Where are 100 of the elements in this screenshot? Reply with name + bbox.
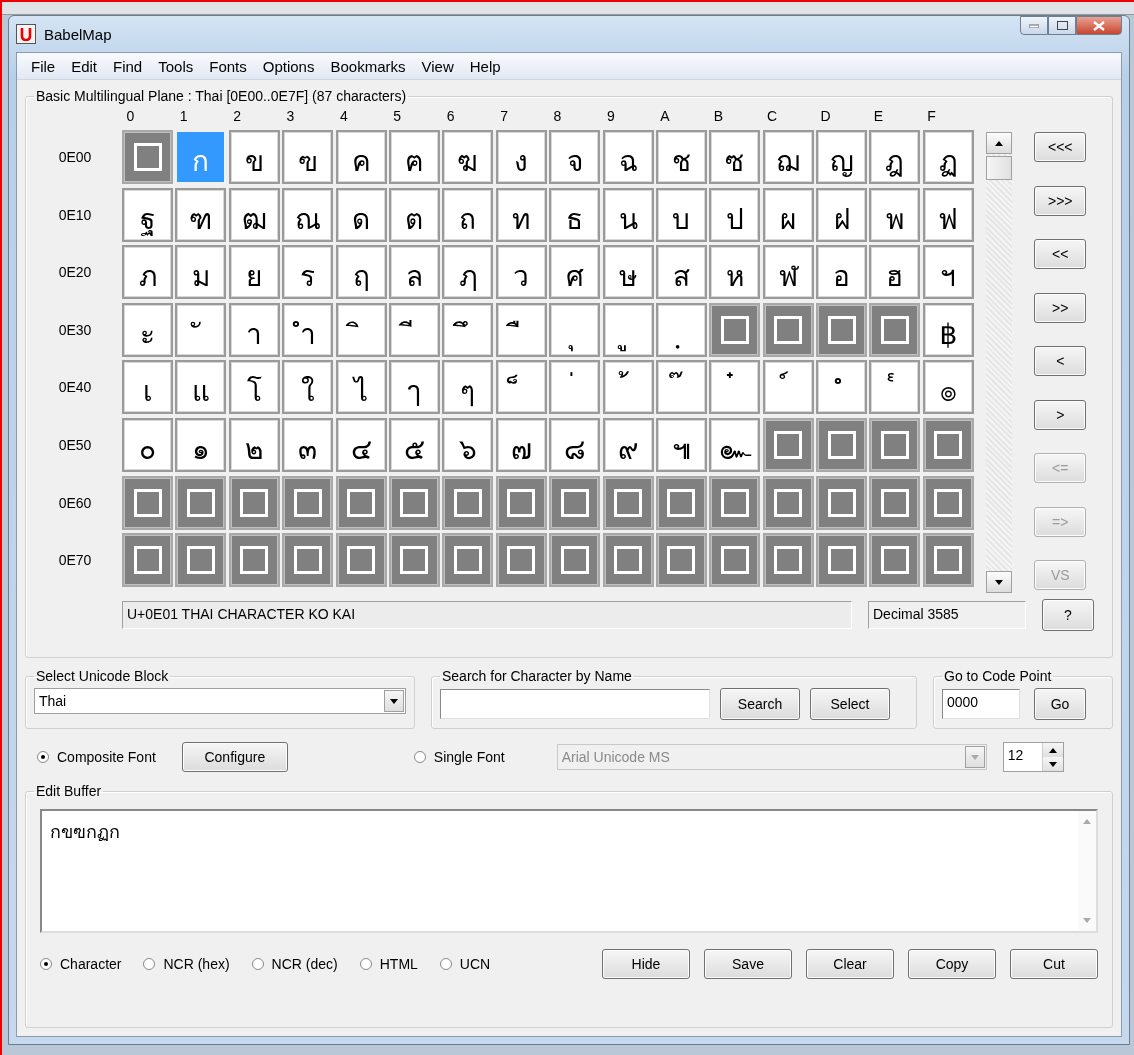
- character-cell[interactable]: ภ: [122, 245, 173, 300]
- radio-label[interactable]: Character: [60, 956, 122, 972]
- character-cell[interactable]: ฒ: [228, 187, 280, 242]
- character-cell[interactable]: ษ: [602, 245, 654, 300]
- unassigned-cell[interactable]: [495, 475, 547, 530]
- character-cell[interactable]: ๆ: [442, 360, 494, 415]
- minimize-button[interactable]: [1020, 16, 1048, 35]
- character-cell[interactable]: ฯ: [922, 245, 974, 300]
- character-cell[interactable]: ล: [388, 245, 440, 300]
- character-cell[interactable]: ฃ: [282, 130, 334, 184]
- unassigned-cell[interactable]: [228, 533, 280, 588]
- character-cell[interactable]: ถ: [442, 187, 494, 242]
- search-button[interactable]: Select: [810, 688, 890, 720]
- radio-button[interactable]: [40, 958, 52, 970]
- character-cell[interactable]: ิ: [335, 302, 387, 357]
- radio-label[interactable]: NCR (hex): [163, 956, 230, 972]
- character-cell[interactable]: ๏: [922, 360, 974, 415]
- character-cell[interactable]: ๚: [655, 417, 707, 472]
- character-cell[interactable]: ร: [282, 245, 334, 300]
- unassigned-cell[interactable]: [602, 475, 654, 530]
- character-cell[interactable]: อ: [816, 245, 868, 300]
- menu-item[interactable]: Help: [461, 54, 509, 78]
- navigation-button[interactable]: <<: [1034, 239, 1087, 269]
- edit-buffer-field[interactable]: กขฃกฏก: [40, 809, 1098, 933]
- menu-item[interactable]: Fonts: [201, 54, 255, 78]
- menu-item[interactable]: Tools: [150, 54, 202, 78]
- character-cell[interactable]: ๑: [175, 417, 227, 472]
- character-cell[interactable]: ๒: [228, 417, 280, 472]
- character-cell[interactable]: จ: [549, 130, 601, 184]
- character-cell[interactable]: พ: [869, 187, 921, 242]
- unassigned-cell[interactable]: [175, 533, 227, 588]
- radio-button[interactable]: [439, 958, 452, 970]
- navigation-button[interactable]: <<<: [1034, 132, 1087, 162]
- character-cell[interactable]: ๛: [709, 417, 761, 472]
- character-cell[interactable]: เ: [122, 360, 173, 415]
- character-cell[interactable]: ฏ: [922, 130, 974, 184]
- character-cell[interactable]: ฐ: [122, 187, 173, 242]
- character-cell[interactable]: ท: [495, 187, 547, 242]
- character-cell[interactable]: ื: [495, 302, 547, 357]
- menu-item[interactable]: Options: [254, 54, 323, 78]
- character-cell[interactable]: ฑ: [175, 187, 227, 242]
- menu-item[interactable]: View: [413, 54, 462, 78]
- navigation-button[interactable]: >>: [1034, 292, 1087, 323]
- character-cell[interactable]: ้: [602, 360, 654, 415]
- character-cell[interactable]: ุ: [549, 302, 601, 357]
- unassigned-cell[interactable]: [122, 475, 173, 530]
- character-cell[interactable]: ๋: [709, 360, 761, 415]
- unassigned-cell[interactable]: [122, 533, 173, 588]
- character-cell[interactable]: ํ: [816, 360, 868, 415]
- character-cell[interactable]: ณ: [282, 187, 334, 242]
- character-cell[interactable]: ๎: [869, 360, 921, 415]
- unassigned-cell[interactable]: [549, 475, 601, 530]
- character-cell[interactable]: ๅ: [388, 360, 440, 415]
- radio-label[interactable]: NCR (dec): [271, 956, 338, 972]
- character-cell[interactable]: ฎ: [869, 130, 921, 184]
- character-cell[interactable]: ะ: [122, 302, 173, 357]
- unassigned-cell[interactable]: [922, 533, 974, 588]
- character-cell[interactable]: ข: [228, 130, 280, 184]
- go-button[interactable]: Go: [1034, 688, 1086, 720]
- unassigned-cell[interactable]: [816, 475, 868, 530]
- unassigned-cell[interactable]: [816, 417, 868, 472]
- unassigned-cell[interactable]: [762, 533, 814, 588]
- character-cell[interactable]: ๖: [442, 417, 494, 472]
- unassigned-cell[interactable]: [175, 475, 227, 530]
- unassigned-cell[interactable]: [549, 533, 601, 588]
- code-point-field[interactable]: 0000: [942, 689, 1020, 719]
- close-button[interactable]: [1076, 16, 1122, 35]
- character-cell[interactable]: ย: [228, 245, 280, 300]
- character-cell[interactable]: ด: [335, 187, 387, 242]
- character-cell[interactable]: ใ: [282, 360, 334, 415]
- character-cell[interactable]: ผ: [762, 187, 814, 242]
- search-field[interactable]: [440, 689, 710, 719]
- menu-item[interactable]: File: [23, 54, 64, 78]
- character-cell[interactable]: ู: [602, 302, 654, 357]
- character-cell[interactable]: ฟ: [922, 187, 974, 242]
- unassigned-cell[interactable]: [122, 130, 173, 184]
- radio-label[interactable]: HTML: [379, 956, 418, 972]
- unassigned-cell[interactable]: [869, 475, 921, 530]
- buffer-button[interactable]: Save: [704, 949, 792, 979]
- character-cell[interactable]: ช: [655, 130, 707, 184]
- character-cell[interactable]: ๔: [335, 417, 387, 472]
- character-cell[interactable]: ค: [335, 130, 387, 184]
- unassigned-cell[interactable]: [709, 475, 761, 530]
- unassigned-cell[interactable]: [709, 533, 761, 588]
- character-cell[interactable]: ๘: [549, 417, 601, 472]
- unassigned-cell[interactable]: [282, 475, 334, 530]
- radio-label[interactable]: UCN: [459, 956, 491, 972]
- character-cell[interactable]: ป: [709, 187, 761, 242]
- unassigned-cell[interactable]: [442, 533, 494, 588]
- character-cell[interactable]: ธ: [549, 187, 601, 242]
- help-button[interactable]: ?: [1042, 599, 1094, 631]
- character-cell[interactable]: ์: [762, 360, 814, 415]
- scrollbar-thumb[interactable]: [986, 156, 1013, 180]
- menu-item[interactable]: Edit: [63, 54, 106, 78]
- radio-button[interactable]: [413, 751, 426, 763]
- navigation-button[interactable]: <: [1034, 346, 1087, 376]
- font-size-spinner[interactable]: 12: [1002, 742, 1064, 772]
- radio-button[interactable]: [251, 958, 264, 970]
- buffer-button[interactable]: Copy: [908, 949, 996, 979]
- character-cell[interactable]: ึ: [442, 302, 494, 357]
